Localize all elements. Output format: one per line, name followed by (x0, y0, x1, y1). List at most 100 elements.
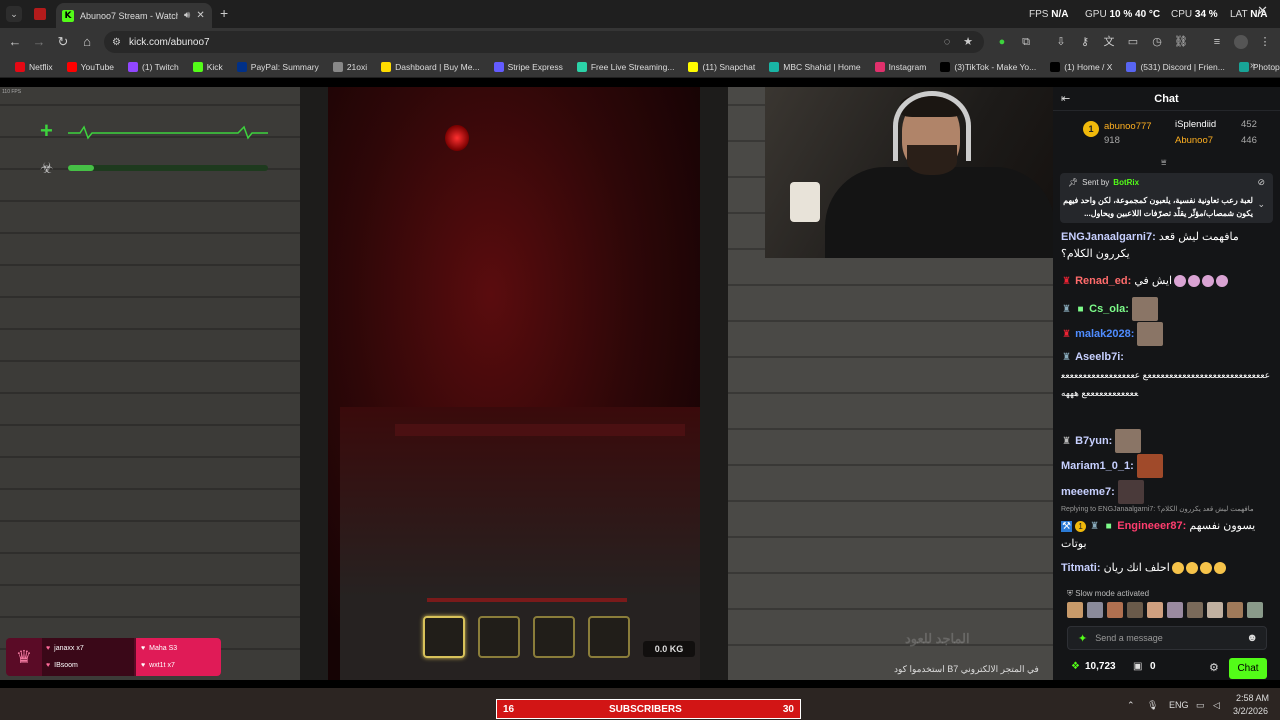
address-bar[interactable]: ⚙ kick.com/abunoo7 (104, 31, 984, 53)
network-icon[interactable]: ▭ (1196, 700, 1205, 711)
bookmark-favicon-icon (1050, 61, 1061, 72)
leader-3-name[interactable]: Abunoo7 (1175, 135, 1213, 146)
sub-name: IBsoom (54, 662, 78, 669)
sub-badge-icon: ♜ (1062, 435, 1071, 447)
unpin-icon[interactable]: ⊘ (1257, 177, 1265, 188)
quick-emote[interactable] (1187, 602, 1203, 618)
translate-icon[interactable]: 文 (1102, 35, 1116, 49)
reading-list-icon[interactable]: ≡ (1210, 35, 1224, 49)
profile-avatar[interactable] (1234, 35, 1248, 49)
reply-hint[interactable]: Replying to ENGJanaalgarni7: مافهمت ليش … (1061, 505, 1254, 513)
bookmark-favicon-icon (1126, 61, 1137, 72)
quick-emote[interactable] (1147, 602, 1163, 618)
bookmark-item[interactable]: (1) Home / X (1043, 61, 1119, 72)
quick-emote[interactable] (1227, 602, 1243, 618)
bookmark-label: 21oxi (346, 61, 368, 72)
link-icon[interactable]: ⛓ (1174, 35, 1188, 49)
back-icon[interactable]: ← (7, 34, 23, 49)
expand-leaderboard-icon[interactable]: ⩸ (1161, 157, 1166, 168)
chat-username[interactable]: Aseelb7i: (1075, 351, 1124, 363)
reload-icon[interactable]: ↻ (55, 34, 71, 50)
send-chat-button[interactable]: Chat (1229, 658, 1267, 679)
bookmark-item[interactable]: Dashboard | Buy Me... (374, 61, 486, 72)
clock-date[interactable]: 3/2/2026 (1233, 706, 1268, 716)
bookmark-item[interactable]: 21oxi (326, 61, 374, 72)
bookmark-favicon-icon (192, 61, 203, 72)
pinned-message[interactable]: 📌︎ Sent by BotRix ⊘ ⌄ لعبة رعب تعاونية ن… (1060, 173, 1273, 223)
mic-icon[interactable]: 🎙︎ (1147, 700, 1158, 711)
bookmark-item[interactable]: (1) Twitch (121, 61, 186, 72)
bookmark-label: Stripe Express (507, 61, 563, 72)
tab-search-dropdown[interactable]: ⌄ (6, 6, 22, 22)
site-info-icon[interactable]: ⚙ (112, 37, 121, 48)
tray-chevron-icon[interactable]: ⌃ (1127, 700, 1135, 711)
history-icon[interactable]: ◷ (1150, 35, 1164, 49)
bookmark-item[interactable]: (531) Discord | Frien... (1119, 61, 1231, 72)
extension-icon[interactable]: ● (995, 35, 1009, 49)
message-input[interactable]: ✦ Send a message ☻ (1067, 626, 1267, 650)
quick-emote[interactable] (1107, 602, 1123, 618)
collapse-chat-icon[interactable]: ⇤ (1061, 92, 1070, 105)
menu-icon[interactable]: ⋮ (1258, 35, 1272, 49)
clock-time[interactable]: 2:58 AM (1236, 693, 1269, 703)
chevron-down-icon[interactable]: ⌄ (1257, 199, 1265, 210)
bookmark-item[interactable]: Stripe Express (487, 61, 570, 72)
emote (1202, 275, 1214, 288)
bookmark-favicon-icon (128, 61, 139, 72)
chat-panel: ⇤ Chat 1 abunoo777 918 iSplendiid 452 Ab… (1053, 87, 1280, 680)
pinned-tab-icon[interactable] (34, 8, 46, 20)
extensions-icon[interactable]: ⧉ (1019, 35, 1033, 49)
chat-username[interactable]: Engineeer87: (1117, 520, 1186, 532)
bookmark-item[interactable]: Kick (186, 61, 230, 72)
passwords-icon[interactable]: ⚷ (1078, 35, 1092, 49)
bookmark-item[interactable]: MBC Shahid | Home (762, 61, 867, 72)
close-tab-icon[interactable]: ✕ (196, 10, 204, 21)
bookmark-item[interactable]: Netflix (8, 61, 60, 72)
home-icon[interactable]: ⌂ (79, 34, 95, 49)
bookmark-item[interactable]: (3)TikTok - Make Yo... (933, 61, 1043, 72)
bookmark-favicon-icon (332, 61, 343, 72)
bookmark-item[interactable]: (11) Snapchat (681, 61, 762, 72)
bookmark-item[interactable]: Free Live Streaming... (570, 61, 682, 72)
chat-username[interactable]: ENGJanaalgarni7: (1061, 231, 1156, 243)
emote-quickbar (1067, 602, 1267, 618)
new-tab-button[interactable]: + (220, 5, 228, 21)
channel-points[interactable]: 10,723 (1085, 661, 1116, 672)
quick-emote[interactable] (1167, 602, 1183, 618)
bookmark-item[interactable]: PayPal: Summary (230, 61, 326, 72)
chat-username[interactable]: Titmati: (1061, 562, 1101, 574)
quick-emote[interactable] (1087, 602, 1103, 618)
chat-username[interactable]: malak2028: (1075, 328, 1134, 340)
quick-emote[interactable] (1207, 602, 1223, 618)
emoji-icon[interactable]: ☻ (1246, 632, 1258, 644)
volume-icon[interactable]: ◁ (1213, 700, 1220, 711)
language-indicator[interactable]: ENG (1169, 700, 1189, 710)
gift-icon[interactable]: ▣ (1133, 661, 1142, 672)
leader-2-name[interactable]: iSplendiid (1175, 119, 1216, 130)
fps-readout: FPS N/A (1029, 9, 1068, 20)
forward-icon[interactable]: → (31, 34, 47, 49)
chat-username[interactable]: B7yun: (1075, 435, 1112, 447)
emote (1213, 562, 1226, 575)
leader-1-name[interactable]: abunoo777 (1104, 121, 1152, 132)
quick-emote[interactable] (1247, 602, 1263, 618)
download-icon[interactable]: ⇩ (1054, 35, 1068, 49)
chat-username[interactable]: Mariam1_0_1: (1061, 460, 1134, 472)
quick-emote[interactable] (1067, 602, 1083, 618)
card-icon[interactable]: ▭ (1126, 35, 1140, 49)
bookmark-star-icon[interactable]: ★ (961, 35, 975, 49)
tab-active[interactable]: K Abunoo7 Stream - Watch L 🔊︎ ✕ (56, 3, 212, 28)
inventory-slot-2 (478, 616, 520, 658)
eye-off-icon[interactable]: ◌ (940, 35, 954, 49)
more-bookmarks-icon[interactable]: » (1250, 60, 1256, 71)
settings-gear-icon[interactable]: ⚙ (1209, 661, 1219, 674)
quick-emote[interactable] (1127, 602, 1143, 618)
bookmark-item[interactable]: YouTube (60, 61, 121, 72)
speaker-icon[interactable]: 🔊︎ (184, 10, 190, 21)
bookmark-item[interactable]: Instagram (868, 61, 934, 72)
chat-username[interactable]: Cs_ola: (1089, 303, 1129, 315)
lat-label: LAT (1230, 9, 1248, 20)
chat-username[interactable]: Renad_ed: (1075, 275, 1131, 287)
close-window-icon[interactable]: ✕ (1257, 3, 1268, 19)
chat-username[interactable]: meeeme7: (1061, 486, 1115, 498)
